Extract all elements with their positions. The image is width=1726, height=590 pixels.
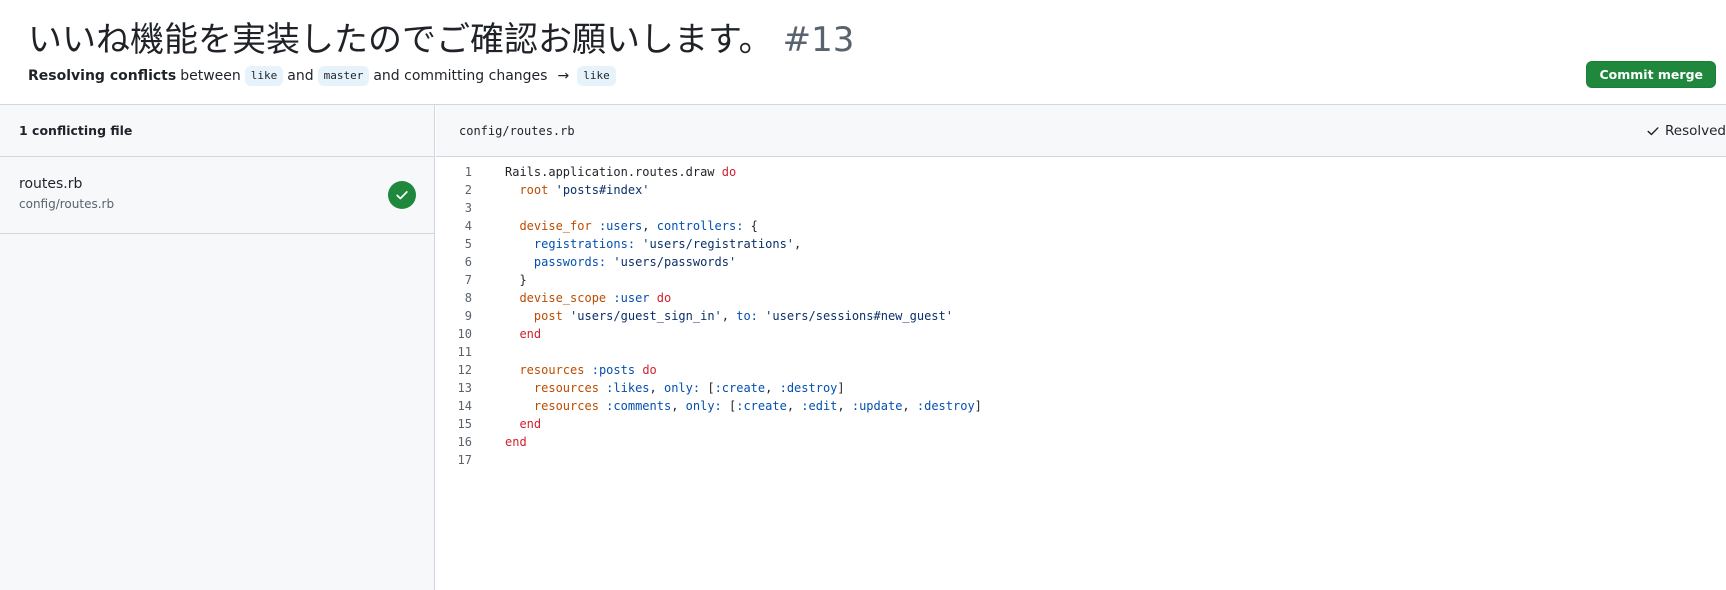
head-branch-label[interactable]: like xyxy=(244,66,284,86)
line-number: 13 xyxy=(457,381,472,395)
code-line[interactable]: 10 end xyxy=(436,325,982,343)
line-number: 16 xyxy=(457,435,472,449)
target-branch-label[interactable]: like xyxy=(577,66,616,86)
resolved-status: Resolved xyxy=(1646,105,1726,157)
base-branch-label[interactable]: master xyxy=(317,66,370,86)
line-content: resources :posts do xyxy=(519,363,657,377)
line-content xyxy=(472,343,505,361)
line-content: root 'posts#index' xyxy=(519,183,650,197)
page-header: いいね機能を実装したのでご確認お願いします。 #13 Resolving conf… xyxy=(0,0,1726,105)
line-content: devise_for :users, controllers: { xyxy=(519,219,758,233)
line-content: passwords: 'users/passwords' xyxy=(533,255,737,269)
code-editor[interactable]: 1 Rails.application.routes.draw do 2 root … xyxy=(436,163,982,469)
code-line[interactable]: 9 post 'users/guest_sign_in', to: 'users… xyxy=(436,307,982,325)
line-number: 1 xyxy=(464,165,472,179)
line-number: 4 xyxy=(464,219,472,233)
code-line[interactable]: 1 Rails.application.routes.draw do xyxy=(436,163,982,181)
pr-number[interactable]: #13 xyxy=(783,20,855,60)
resolved-label: Resolved xyxy=(1665,123,1726,139)
subtitle-between: between xyxy=(180,68,241,84)
check-circle-icon xyxy=(388,181,416,209)
line-number: 14 xyxy=(457,399,472,413)
code-line[interactable]: 7 } xyxy=(436,271,982,289)
code-line[interactable]: 15 end xyxy=(436,415,982,433)
conflicting-files-heading: 1 conflicting file xyxy=(0,105,434,157)
check-icon xyxy=(1647,127,1659,136)
editor-file-path: config/routes.rb xyxy=(459,124,575,138)
line-number: 10 xyxy=(457,327,472,341)
line-content: end xyxy=(505,435,527,449)
editor-header: config/routes.rb Resolved xyxy=(436,105,1726,157)
code-line[interactable]: 5 registrations: 'users/registrations', xyxy=(436,235,982,253)
file-path: config/routes.rb xyxy=(19,197,115,211)
conflict-sidebar: 1 conflicting file routes.rb config/rout… xyxy=(0,105,435,590)
code-line[interactable]: 4 devise_for :users, controllers: { xyxy=(436,217,982,235)
commit-merge-button[interactable]: Commit merge xyxy=(1586,61,1716,88)
line-number: 7 xyxy=(464,273,472,287)
subtitle-and: and xyxy=(287,68,314,84)
code-line[interactable]: 6 passwords: 'users/passwords' xyxy=(436,253,982,271)
line-number: 5 xyxy=(464,237,472,251)
line-content: Rails.application.routes.draw do xyxy=(505,165,737,179)
line-content: devise_scope :user do xyxy=(519,291,672,305)
code-line[interactable]: 14 resources :comments, only: [:create, … xyxy=(436,397,982,415)
line-number: 8 xyxy=(464,291,472,305)
conflict-editor: config/routes.rb Resolved 1 Rails.applica… xyxy=(436,105,1726,590)
code-line[interactable]: 12 resources :posts do xyxy=(436,361,982,379)
pr-title-text: いいね機能を実装したのでご確認お願いします。 xyxy=(28,20,773,60)
line-content: end xyxy=(519,417,542,431)
line-content xyxy=(472,199,505,217)
code-line[interactable]: 11 xyxy=(436,343,982,361)
line-content: registrations: 'users/registrations', xyxy=(533,237,802,251)
line-content: end xyxy=(519,327,542,341)
line-number: 9 xyxy=(464,309,472,323)
code-line[interactable]: 8 devise_scope :user do xyxy=(436,289,982,307)
line-content: } xyxy=(505,273,527,287)
line-number: 17 xyxy=(457,453,472,467)
page-title: いいね機能を実装したのでご確認お願いします。 #13 xyxy=(28,18,854,62)
line-number: 11 xyxy=(457,345,472,359)
merge-subtitle: Resolving conflicts between like and mas… xyxy=(28,65,616,87)
code-line[interactable]: 13 resources :likes, only: [:create, :de… xyxy=(436,379,982,397)
line-content: resources :comments, only: [:create, :ed… xyxy=(533,399,982,413)
subtitle-committing: and committing changes xyxy=(373,68,548,84)
arrow-right-icon: → xyxy=(557,68,570,84)
file-name: routes.rb xyxy=(19,176,83,192)
line-number: 2 xyxy=(464,183,472,197)
code-line[interactable]: 2 root 'posts#index' xyxy=(436,181,982,199)
line-number: 15 xyxy=(457,417,472,431)
line-content: post 'users/guest_sign_in', to: 'users/s… xyxy=(533,309,953,323)
conflict-file-item[interactable]: routes.rb config/routes.rb xyxy=(0,157,434,234)
line-number: 3 xyxy=(464,201,472,215)
line-number: 6 xyxy=(464,255,472,269)
code-line[interactable]: 3 xyxy=(436,199,982,217)
code-line[interactable]: 16 end xyxy=(436,433,982,451)
line-content xyxy=(472,451,505,469)
line-content: resources :likes, only: [:create, :destr… xyxy=(533,381,845,395)
subtitle-strong: Resolving conflicts xyxy=(28,68,177,84)
line-number: 12 xyxy=(457,363,472,377)
code-line[interactable]: 17 xyxy=(436,451,982,469)
